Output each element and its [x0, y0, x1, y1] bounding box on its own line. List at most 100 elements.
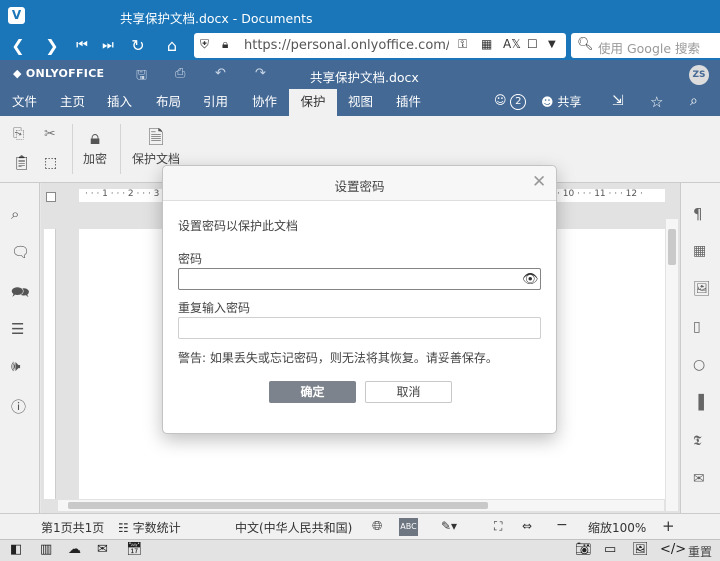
globe-icon[interactable]: 🌐︎: [372, 519, 382, 534]
first-icon[interactable]: ⏮: [70, 35, 94, 57]
cancel-button[interactable]: 取消: [365, 381, 452, 403]
shield-icon[interactable]: ⛨: [200, 37, 209, 52]
left-sidebar: ⌕ 🗨︎ 🗪︎ ☰ 🕪︎ ⓘ: [0, 183, 40, 513]
undo-icon[interactable]: ↶: [215, 66, 226, 81]
reload-icon[interactable]: ↻: [126, 35, 150, 57]
window-icon[interactable]: ▭: [604, 542, 616, 557]
tabs-icon[interactable]: ▥: [40, 542, 52, 557]
ok-button[interactable]: 确定: [269, 381, 356, 403]
users-button[interactable]: ☺ 2: [494, 93, 527, 110]
zoom-out-icon[interactable]: −: [556, 517, 568, 533]
sidebar-toggle-icon[interactable]: ◧: [10, 542, 22, 557]
about-icon[interactable]: ⓘ: [11, 396, 26, 417]
search-icon[interactable]: ⌕: [11, 205, 19, 223]
close-icon[interactable]: ✕: [532, 172, 546, 192]
search-icon: 🔍︎: [577, 37, 594, 52]
code-icon[interactable]: </>: [660, 542, 686, 557]
navigation-icon[interactable]: ☰: [11, 320, 24, 338]
image-settings-icon[interactable]: 🖼︎: [693, 281, 711, 297]
ribbon-separator: [120, 124, 121, 174]
qr-icon[interactable]: ▦: [481, 37, 492, 51]
tab-insert[interactable]: 插入: [101, 89, 138, 116]
repeat-password-field[interactable]: [178, 317, 541, 339]
protect-document-icon: 🗎︎: [148, 127, 164, 149]
shape-settings-icon[interactable]: ○: [693, 357, 705, 373]
document-title: 共享保护文档.docx: [310, 70, 419, 85]
show-password-icon[interactable]: 👁︎: [522, 272, 539, 287]
feedback-icon[interactable]: 🕪︎: [11, 357, 20, 375]
zoom-in-icon[interactable]: +: [662, 517, 675, 535]
word-count-label: 字数统计: [132, 521, 181, 535]
tab-references[interactable]: 引用: [197, 89, 234, 116]
scroll-thumb[interactable]: [68, 502, 488, 509]
word-count-button[interactable]: ☷ 字数统计: [118, 519, 181, 536]
select-all-icon[interactable]: ⬚: [44, 155, 57, 171]
scroll-thumb[interactable]: [668, 229, 676, 265]
tab-collaboration[interactable]: 协作: [246, 89, 283, 116]
redo-icon[interactable]: ↷: [255, 66, 266, 81]
vertical-ruler[interactable]: [44, 229, 56, 499]
print-icon[interactable]: ⎙: [175, 66, 185, 81]
avatar[interactable]: ZS: [689, 65, 709, 85]
favorite-icon[interactable]: ☆: [650, 93, 663, 111]
vertical-scrollbar[interactable]: [666, 219, 678, 511]
tab-home[interactable]: 主页: [54, 89, 91, 116]
warning-text: 警告: 如果丢失或忘记密码，则无法将其恢复。请妥善保存。: [178, 351, 498, 365]
calendar-icon[interactable]: 📅︎: [126, 542, 143, 557]
tab-protection[interactable]: 保护: [289, 89, 337, 116]
camera-icon[interactable]: 📷︎: [575, 542, 592, 557]
spellcheck-icon[interactable]: ABC: [399, 518, 418, 536]
password-field[interactable]: [178, 268, 541, 290]
brand-name: ONLYOFFICE: [25, 67, 105, 80]
image-icon[interactable]: 🖼︎: [632, 542, 649, 557]
copy-icon[interactable]: ⎘: [13, 126, 24, 142]
page-info[interactable]: 第1页共1页: [41, 519, 104, 536]
save-icon[interactable]: 🖫︎: [136, 66, 147, 88]
horizontal-scrollbar[interactable]: [58, 500, 664, 511]
url-text[interactable]: https://personal.onlyoffice.com/pr...: [244, 38, 449, 53]
protect-document-button[interactable]: 🗎︎ 保护文档: [128, 126, 184, 167]
dropdown-icon[interactable]: ▼: [548, 39, 556, 50]
text-art-icon[interactable]: 𝕿: [693, 433, 702, 449]
paste-icon[interactable]: 📋︎: [13, 155, 31, 171]
fit-page-icon[interactable]: ⛶: [494, 519, 502, 534]
back-icon[interactable]: ❮: [6, 35, 30, 57]
open-location-icon[interactable]: ⇲: [612, 93, 624, 109]
share-button[interactable]: ☻ 共享: [541, 93, 581, 110]
search-doc-icon[interactable]: ⌕: [690, 93, 698, 109]
paragraph-settings-icon[interactable]: ¶: [693, 205, 703, 223]
key-icon[interactable]: ⚿: [458, 37, 467, 52]
translate-icon[interactable]: A𝕏: [503, 37, 521, 51]
repeat-password-label: 重复输入密码: [178, 301, 251, 315]
cloud-icon[interactable]: ☁: [68, 542, 81, 557]
editor-header: ◆ ONLYOFFICE 🖫︎ ⎙ ↶ ↷ 共享保护文档.docx ZS: [0, 60, 720, 89]
chat-icon[interactable]: 🗪︎: [11, 282, 30, 307]
comments-icon[interactable]: 🗨︎: [11, 243, 30, 261]
header-footer-icon[interactable]: ▯: [693, 319, 701, 335]
fit-width-icon[interactable]: ⇔: [522, 519, 532, 533]
last-icon[interactable]: ⏭: [96, 35, 120, 57]
chart-settings-icon[interactable]: ▐: [693, 395, 704, 411]
cut-icon[interactable]: ✂: [44, 126, 56, 142]
language-selector[interactable]: 中文(中华人民共和国): [235, 519, 352, 536]
reset-button[interactable]: 重置: [688, 543, 712, 560]
search-box[interactable]: 🔍︎ 使用 Google 搜索: [571, 33, 720, 58]
tab-file[interactable]: 文件: [6, 89, 43, 116]
tab-stop-selector[interactable]: [46, 192, 56, 202]
track-changes-icon[interactable]: ✎▾: [441, 519, 457, 533]
encrypt-button[interactable]: 🔒︎ 加密: [80, 126, 110, 167]
table-settings-icon[interactable]: ▦: [693, 243, 706, 259]
tab-plugins[interactable]: 插件: [390, 89, 427, 116]
mail-icon[interactable]: ✉: [97, 542, 108, 557]
dialog-description: 设置密码以保护此文档: [178, 219, 299, 233]
address-bar[interactable]: ⛨ 🔒︎ https://personal.onlyoffice.com/pr.…: [194, 33, 566, 58]
zoom-level[interactable]: 缩放100%: [588, 519, 646, 536]
forward-icon[interactable]: ❯: [40, 35, 64, 57]
app-logo-icon: V: [8, 7, 25, 24]
bookmark-icon[interactable]: ☐: [527, 37, 538, 51]
users-icon: ☺: [494, 93, 507, 107]
mail-merge-icon[interactable]: ✉: [693, 471, 705, 487]
tab-layout[interactable]: 布局: [150, 89, 187, 116]
home-icon[interactable]: ⌂: [160, 35, 184, 57]
tab-view[interactable]: 视图: [342, 89, 379, 116]
